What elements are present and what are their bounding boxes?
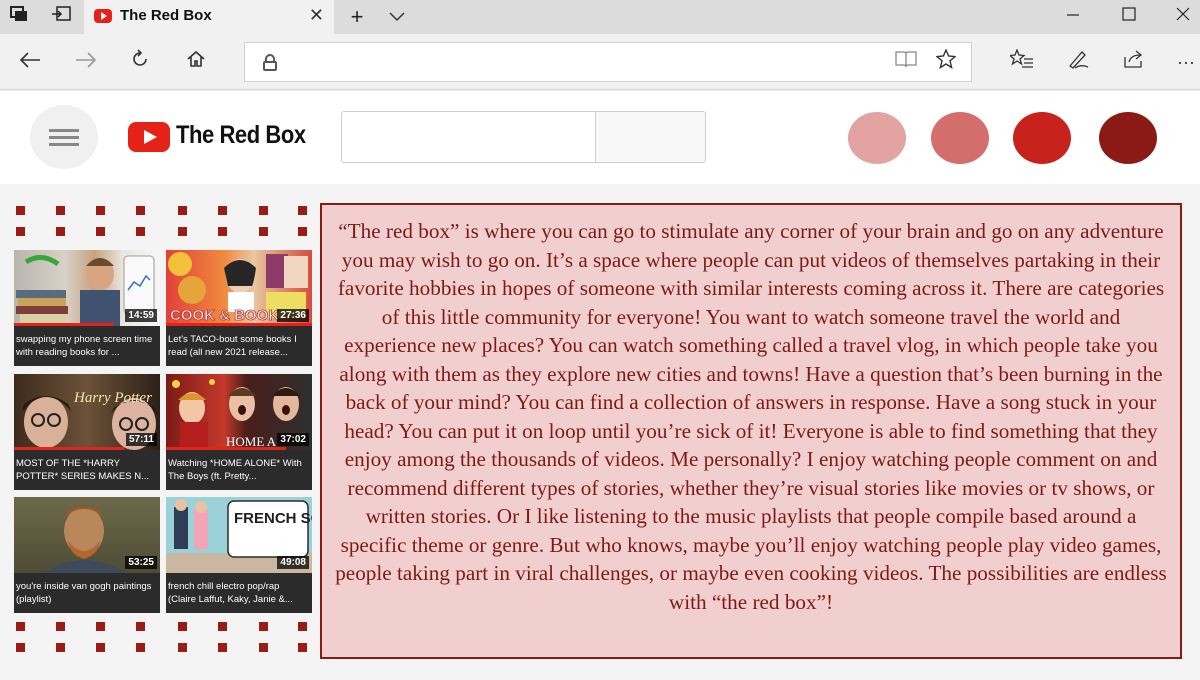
description-box: “The red box” is where you can go to sti… bbox=[320, 203, 1182, 659]
address-bar[interactable] bbox=[244, 42, 972, 82]
video-thumbnail[interactable]: HOME A 37:02 bbox=[166, 374, 312, 450]
refresh-icon[interactable] bbox=[124, 46, 156, 78]
film-strip-bottom-2 bbox=[16, 643, 307, 653]
video-thumbnail[interactable]: COOK & BOOK 27:36 bbox=[166, 250, 312, 326]
site-logo-text[interactable]: The Red Box bbox=[176, 121, 306, 150]
minimize-icon[interactable] bbox=[1058, 4, 1088, 30]
video-title[interactable]: MOST OF THE *HARRY POTTER* SERIES MAKES … bbox=[16, 457, 158, 485]
play-logo-icon[interactable] bbox=[128, 122, 170, 152]
tab-list-icon[interactable] bbox=[8, 6, 30, 28]
chevron-down-icon[interactable] bbox=[386, 6, 408, 28]
favorites-list-icon[interactable] bbox=[1006, 46, 1038, 78]
search-button[interactable] bbox=[595, 111, 706, 163]
play-logo-icon bbox=[94, 9, 112, 23]
video-duration: 53:25 bbox=[125, 556, 157, 569]
video-card-4[interactable]: HOME A 37:02 Watching *HOME ALONE* With … bbox=[166, 374, 312, 490]
video-thumbnail[interactable]: Harry Potter 57:11 bbox=[14, 374, 160, 450]
video-card-1[interactable]: 14:59 swapping my phone screen time with… bbox=[14, 250, 160, 366]
site-header: The Red Box bbox=[0, 91, 1200, 184]
color-swatch-rose[interactable] bbox=[931, 112, 989, 164]
page-content: The Red Box 14:59 swapping my phone scre… bbox=[0, 91, 1200, 680]
back-arrow-icon[interactable] bbox=[14, 46, 46, 78]
video-title[interactable]: french chill electro pop/rap (Claire Laf… bbox=[168, 580, 310, 608]
video-thumbnail[interactable]: 53:25 bbox=[14, 497, 160, 573]
thumbnail-text: COOK & BOOK bbox=[170, 307, 279, 324]
video-duration: 37:02 bbox=[277, 433, 309, 446]
lock-icon bbox=[263, 54, 277, 71]
reading-view-icon[interactable] bbox=[893, 49, 919, 75]
video-title[interactable]: you're inside van gogh paintings (playli… bbox=[16, 580, 158, 608]
color-swatch-light-pink[interactable] bbox=[848, 112, 906, 164]
video-card-6[interactable]: FRENCH SONGS 49:08 french chill electro … bbox=[166, 497, 312, 613]
new-tab-icon[interactable]: + bbox=[346, 6, 368, 28]
film-strip-bottom bbox=[16, 622, 307, 632]
video-thumbnail[interactable]: FRENCH SONGS 49:08 bbox=[166, 497, 312, 573]
more-options-icon[interactable]: ··· bbox=[1170, 46, 1200, 78]
thumbnail-text: Harry Potter bbox=[73, 390, 152, 406]
video-title[interactable]: Watching *HOME ALONE* With The Boys (ft.… bbox=[168, 457, 310, 485]
video-card-3[interactable]: Harry Potter 57:11 MOST OF THE *HARRY PO… bbox=[14, 374, 160, 490]
tab-title: The Red Box bbox=[120, 7, 212, 24]
video-card-2[interactable]: COOK & BOOK 27:36 Let's TACO-bout some b… bbox=[166, 250, 312, 366]
video-thumbnail[interactable]: 14:59 bbox=[14, 250, 160, 326]
video-duration: 57:11 bbox=[125, 433, 157, 446]
video-duration: 27:36 bbox=[277, 309, 309, 322]
browser-tab-bar: The Red Box ✕ + bbox=[0, 0, 1200, 34]
thumbnail-text: FRENCH SONGS bbox=[234, 510, 312, 527]
search-input[interactable] bbox=[341, 111, 596, 163]
description-text: “The red box” is where you can go to sti… bbox=[335, 219, 1167, 614]
home-icon[interactable] bbox=[180, 46, 212, 78]
video-title[interactable]: swapping my phone screen time with readi… bbox=[16, 333, 158, 361]
close-window-icon[interactable] bbox=[1168, 4, 1198, 30]
maximize-icon[interactable] bbox=[1114, 4, 1144, 30]
video-duration: 14:59 bbox=[125, 309, 157, 322]
hamburger-menu-icon[interactable] bbox=[30, 105, 98, 169]
favorite-star-icon[interactable] bbox=[933, 48, 959, 75]
browser-nav-bar: ··· bbox=[0, 34, 1200, 90]
film-strip-top bbox=[16, 206, 307, 216]
close-tab-icon[interactable]: ✕ bbox=[309, 5, 324, 26]
color-swatch-dark-red[interactable] bbox=[1099, 112, 1157, 164]
set-tabs-aside-icon[interactable] bbox=[50, 6, 72, 28]
active-tab[interactable]: The Red Box ✕ bbox=[84, 0, 334, 34]
video-card-5[interactable]: 53:25 you're inside van gogh paintings (… bbox=[14, 497, 160, 613]
video-duration: 49:08 bbox=[277, 556, 309, 569]
color-swatch-red[interactable] bbox=[1013, 112, 1071, 164]
pen-icon[interactable] bbox=[1062, 46, 1094, 78]
forward-arrow-icon[interactable] bbox=[70, 46, 102, 78]
video-title[interactable]: Let's TACO-bout some books I read (all n… bbox=[168, 333, 310, 361]
share-icon[interactable] bbox=[1118, 46, 1150, 78]
film-strip-top-2 bbox=[16, 227, 307, 237]
